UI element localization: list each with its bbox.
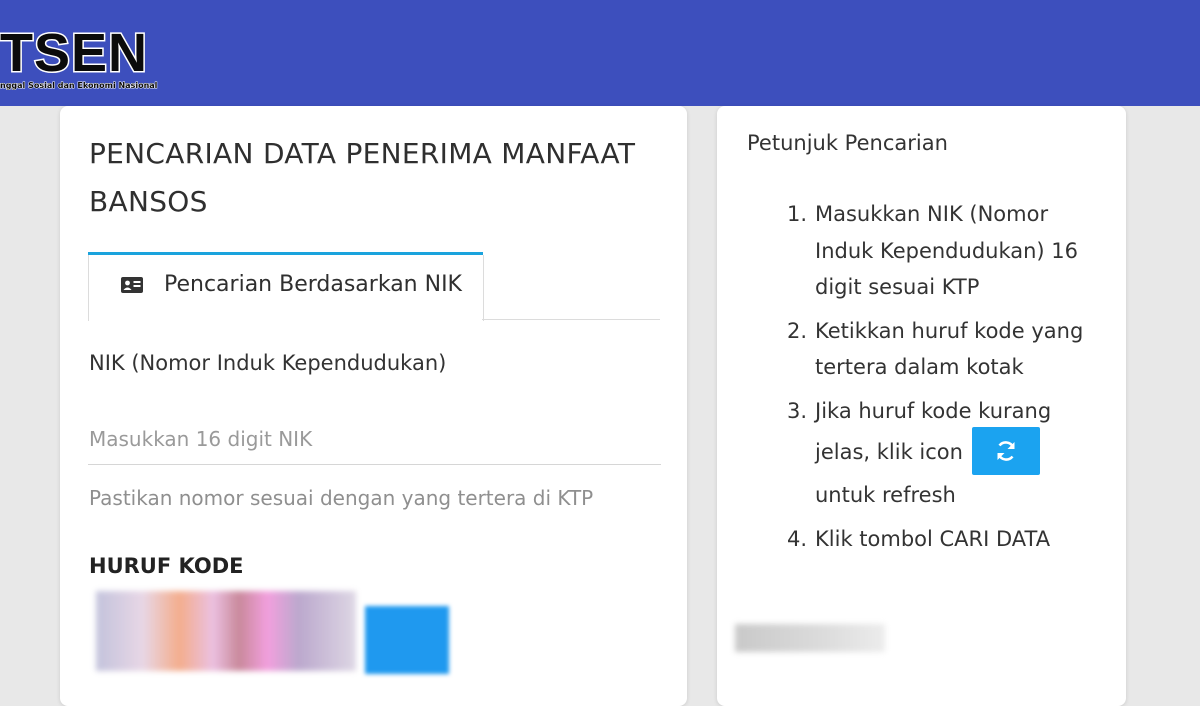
- search-card: PENCARIAN DATA PENERIMA MANFAAT BANSOS P…: [60, 106, 687, 706]
- instructions-card: Petunjuk Pencarian 1. Masukkan NIK (Nomo…: [717, 106, 1126, 706]
- site-logo[interactable]: TSEN: [0, 25, 149, 82]
- tab-bar-divider: [482, 319, 660, 320]
- tab-label: Pencarian Berdasarkan NIK: [164, 272, 462, 297]
- top-header-bar: TSEN nggal Sosial dan Ekonomi Nasional: [0, 0, 1200, 106]
- nik-hint: Pastikan nomor sesuai dengan yang terter…: [89, 486, 594, 510]
- refresh-example-button: [971, 427, 1040, 475]
- step-text: untuk refresh: [815, 483, 956, 507]
- step-text: Klik tombol CARI DATA: [815, 526, 1051, 551]
- instruction-step-4: 4. Klik tombol CARI DATA: [787, 526, 1051, 551]
- instructions-list: 1. Masukkan NIK (Nomor Induk Kependuduka…: [787, 196, 1087, 564]
- captcha-label: HURUF KODE: [89, 554, 244, 578]
- captcha-refresh-button[interactable]: [365, 606, 449, 674]
- step-text: Ketikkan huruf kode yang tertera dalam k…: [815, 318, 1084, 380]
- nik-field-label: NIK (Nomor Induk Kependudukan): [89, 351, 447, 375]
- refresh-icon: [997, 441, 1015, 461]
- instruction-step-1: 1. Masukkan NIK (Nomor Induk Kependuduka…: [787, 202, 1079, 299]
- captcha-image: [96, 591, 356, 671]
- id-card-icon: [121, 277, 143, 293]
- site-logo-subtitle: nggal Sosial dan Ekonomi Nasional: [0, 81, 158, 91]
- instruction-step-3: 3. Jika huruf kode kurang jelas, klik ic…: [787, 398, 1052, 508]
- tab-search-by-nik[interactable]: Pencarian Berdasarkan NIK: [88, 255, 484, 321]
- nik-input[interactable]: [88, 414, 661, 465]
- page-title: PENCARIAN DATA PENERIMA MANFAAT BANSOS: [89, 137, 636, 218]
- step-text: Masukkan NIK (Nomor Induk Kependudukan) …: [815, 202, 1079, 299]
- instruction-step-2: 2. Ketikkan huruf kode yang tertera dala…: [787, 318, 1084, 380]
- blurred-content: [735, 624, 885, 652]
- instructions-title: Petunjuk Pencarian: [747, 131, 948, 155]
